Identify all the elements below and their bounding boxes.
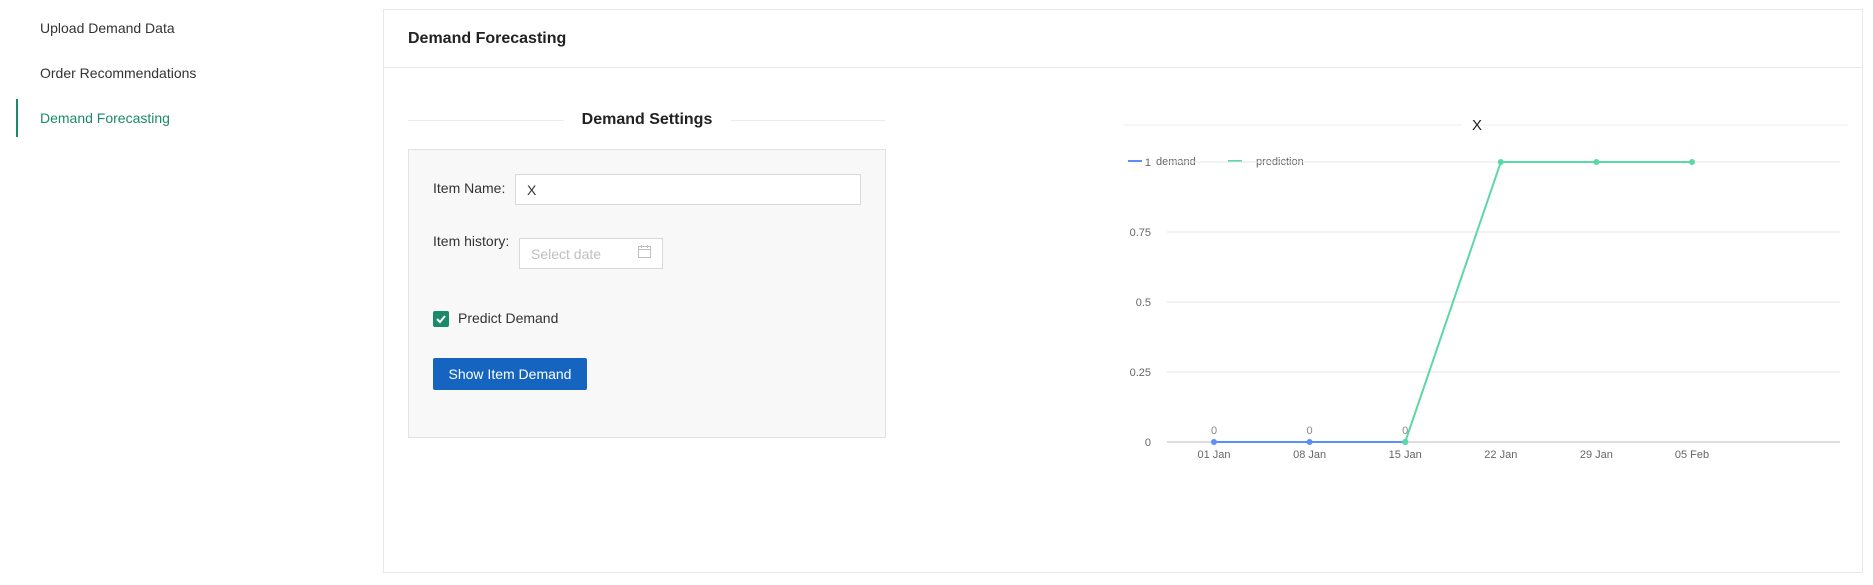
date-placeholder: Select date: [531, 245, 602, 262]
checkmark-icon: [436, 315, 446, 324]
x-tick-label: 22 Jan: [1484, 449, 1517, 461]
predict-demand-checkbox[interactable]: [433, 311, 449, 327]
x-tick-label: 15 Jan: [1389, 449, 1422, 461]
y-tick-label: 0.5: [1136, 297, 1151, 309]
data-label: 0: [1211, 425, 1217, 437]
point-prediction: [1402, 439, 1409, 445]
item-name-label: Item Name:: [433, 180, 506, 196]
y-tick-label: 0.25: [1130, 367, 1151, 379]
chart-title: X: [1472, 117, 1482, 134]
settings-title-divider: Demand Settings: [408, 108, 886, 132]
sidebar: Upload Demand Data Order Recommendations…: [0, 0, 375, 585]
calendar-icon: [638, 244, 651, 263]
data-label: 0: [1307, 425, 1313, 437]
chart-x-ticks: 01 Jan 08 Jan 15 Jan 22 Jan 29 Jan 05 Feb: [1197, 449, 1709, 461]
point-prediction: [1497, 159, 1504, 165]
sidebar-item-upload-demand-data[interactable]: Upload Demand Data: [16, 9, 346, 47]
settings-title: Demand Settings: [581, 111, 713, 128]
point-demand: [1211, 439, 1217, 445]
point-prediction: [1689, 159, 1695, 165]
x-tick-label: 08 Jan: [1293, 449, 1326, 461]
demand-chart: X demand prediction 00.250.50.751 01 Jan…: [1124, 117, 1848, 461]
sidebar-item-demand-forecasting[interactable]: Demand Forecasting: [16, 99, 346, 137]
x-tick-label: 01 Jan: [1197, 449, 1230, 461]
chart-y-ticks: 0 0.25 0.5 0.75 1: [1130, 157, 1151, 449]
card-title: Demand Forecasting: [384, 10, 1862, 68]
y-tick-label: 1: [1145, 157, 1151, 169]
item-name-input[interactable]: [515, 174, 861, 205]
x-tick-label: 29 Jan: [1580, 449, 1613, 461]
y-tick-label: 0: [1145, 437, 1151, 449]
y-tick-label: 0.75: [1130, 227, 1151, 239]
item-history-label: Item history:: [433, 233, 510, 249]
chart-grid: [1167, 161, 1840, 443]
point-prediction: [1593, 159, 1600, 165]
sidebar-item-order-recommendations[interactable]: Order Recommendations: [16, 54, 346, 92]
predict-demand-label[interactable]: Predict Demand: [458, 310, 558, 326]
show-item-demand-button[interactable]: Show Item Demand: [433, 358, 587, 390]
settings-panel: Item Name: Item history: Select date Pre…: [408, 149, 886, 438]
point-demand: [1306, 439, 1313, 445]
x-tick-label: 05 Feb: [1675, 449, 1709, 461]
item-history-date-picker[interactable]: Select date: [519, 238, 663, 269]
